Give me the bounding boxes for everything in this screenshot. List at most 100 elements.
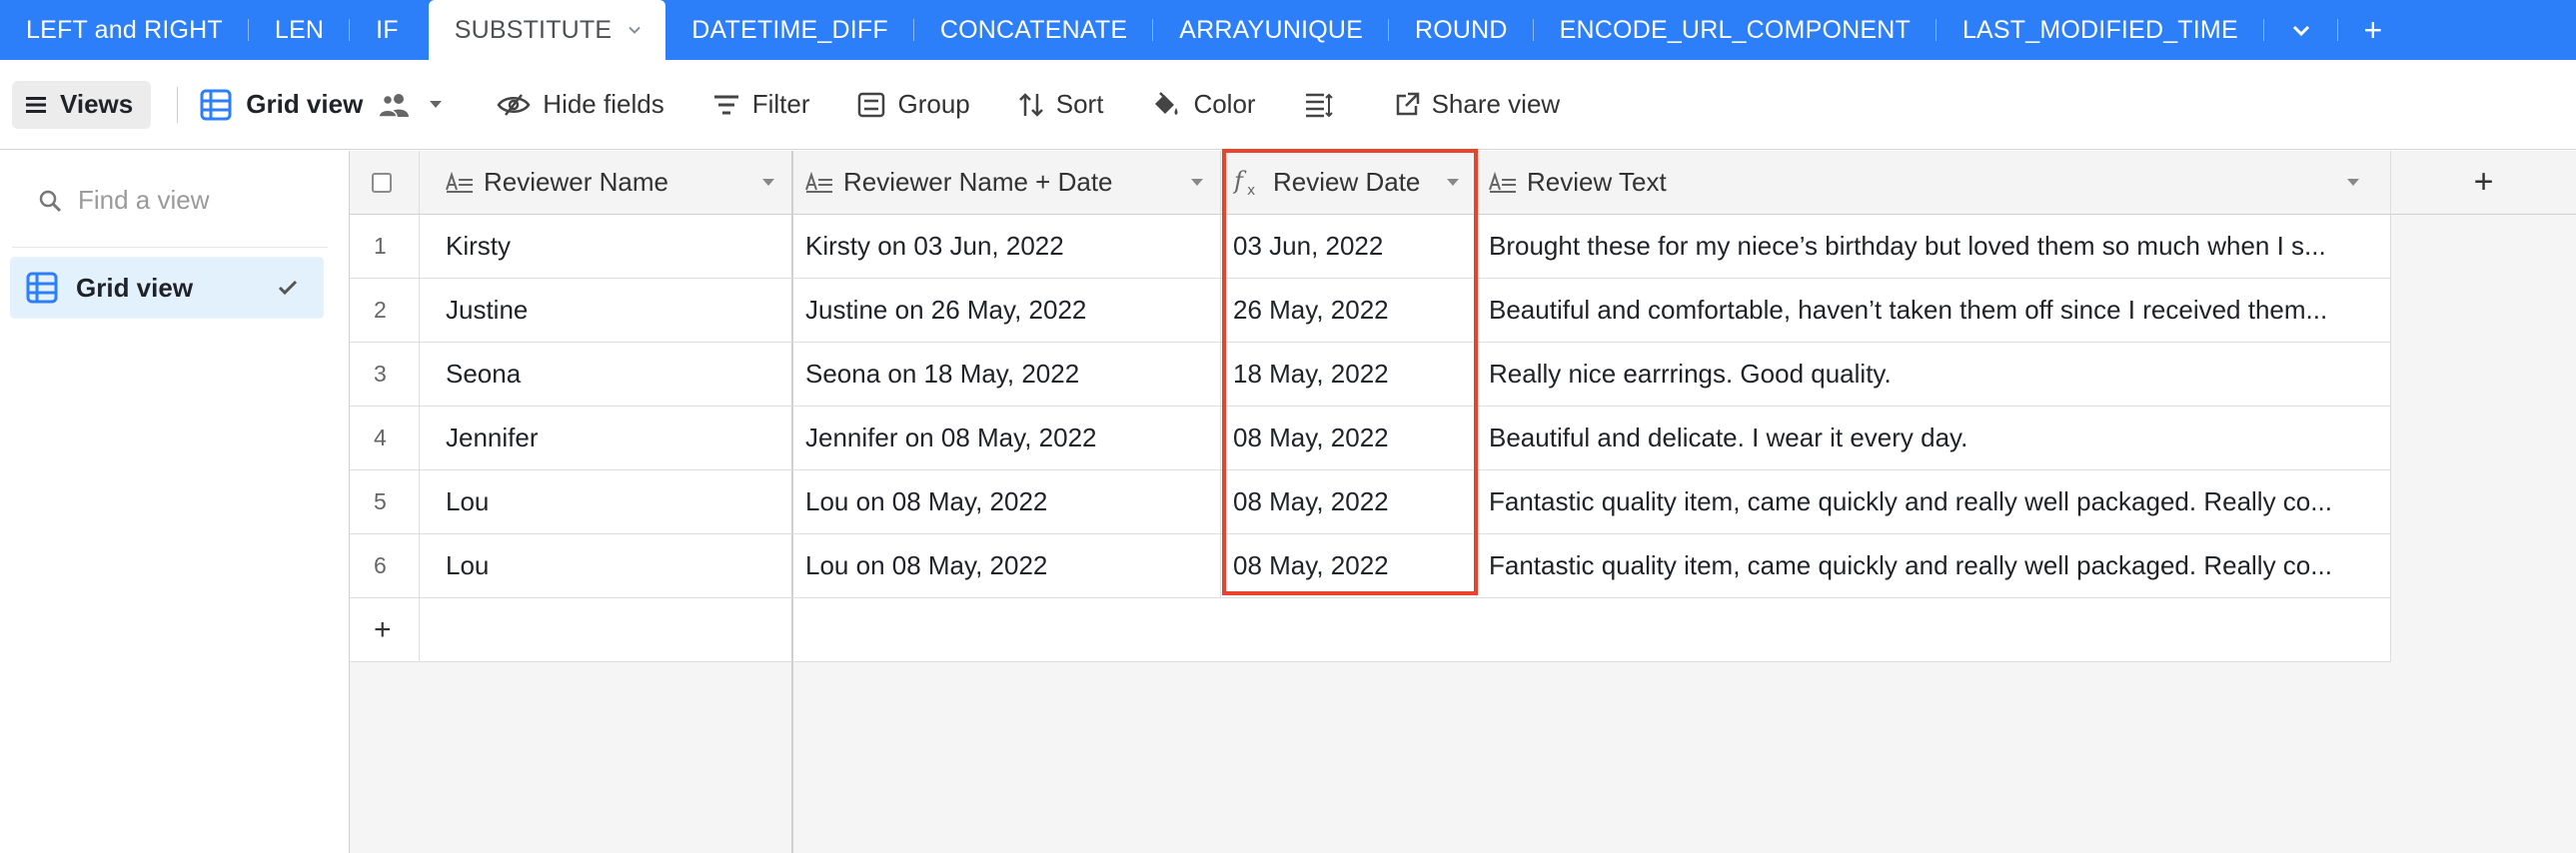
table-row[interactable]: 5 Lou Lou on 08 May, 2022 08 May, 2022 F… <box>350 470 2391 534</box>
table-row[interactable]: 4 Jennifer Jennifer on 08 May, 2022 08 M… <box>350 407 2391 470</box>
cell-reviewer-name-date[interactable]: Seona on 18 May, 2022 <box>793 343 1221 407</box>
cell-review-date[interactable]: 08 May, 2022 <box>1221 407 1477 470</box>
cell-reviewer-name[interactable]: Lou <box>420 470 793 534</box>
row-number: 1 <box>350 215 420 279</box>
sidebar-item-label: Grid view <box>76 272 194 303</box>
more-tabs-button[interactable] <box>2264 0 2338 60</box>
caret-down-icon[interactable] <box>1446 178 1460 188</box>
views-button[interactable]: Views <box>12 80 152 129</box>
chevron-down-icon <box>2292 25 2309 37</box>
tab-label: LEN <box>274 15 325 44</box>
tab-round[interactable]: ROUND <box>1389 0 1534 60</box>
column-header-reviewer-name[interactable]: Reviewer Name <box>420 151 793 215</box>
cell-reviewer-name[interactable]: Kirsty <box>420 215 793 279</box>
share-view-button[interactable]: Share view <box>1394 89 1561 120</box>
cell-review-date[interactable]: 03 Jun, 2022 <box>1221 215 1477 279</box>
row-height-button[interactable] <box>1304 92 1346 118</box>
cell-reviewer-name-date[interactable]: Kirsty on 03 Jun, 2022 <box>793 215 1221 279</box>
add-table-button[interactable]: + <box>2338 0 2408 60</box>
toolbar-divider <box>177 86 179 123</box>
tab-label: DATETIME_DIFF <box>691 15 888 44</box>
table-tab-bar: LEFT and RIGHT LEN IF SUBSTITUTE DATETIM… <box>0 0 2576 60</box>
cell-review-date[interactable]: 08 May, 2022 <box>1221 534 1477 598</box>
cell-text: Fantastic quality item, came quickly and… <box>1489 550 2332 580</box>
cell-review-text[interactable]: Beautiful and comfortable, haven’t taken… <box>1477 279 2391 343</box>
add-row-filler <box>793 598 2391 662</box>
column-header-review-date[interactable]: fx Review Date <box>1221 151 1477 215</box>
row-number: 5 <box>350 470 420 534</box>
cell-reviewer-name-date[interactable]: Lou on 08 May, 2022 <box>793 470 1221 534</box>
column-header-reviewer-name-date[interactable]: Reviewer Name + Date <box>793 151 1221 215</box>
tab-encode-url-component[interactable]: ENCODE_URL_COMPONENT <box>1534 0 1937 60</box>
cell-review-text[interactable]: Fantastic quality item, came quickly and… <box>1477 470 2391 534</box>
tab-arrayunique[interactable]: ARRAYUNIQUE <box>1153 0 1389 60</box>
table-row[interactable]: 1 Kirsty Kirsty on 03 Jun, 2022 03 Jun, … <box>350 215 2391 279</box>
caret-down-icon[interactable] <box>2346 178 2360 188</box>
add-record-button[interactable]: + <box>350 598 420 662</box>
long-text-icon <box>446 171 473 193</box>
grid-view-label: Grid view <box>246 89 364 119</box>
checkmark-icon <box>278 280 298 296</box>
cell-reviewer-name[interactable]: Lou <box>420 534 793 598</box>
cell-review-text[interactable]: Fantastic quality item, came quickly and… <box>1477 534 2391 598</box>
table-row[interactable]: 3 Seona Seona on 18 May, 2022 18 May, 20… <box>350 343 2391 407</box>
select-all-checkbox[interactable] <box>372 172 392 193</box>
grid-header-row: Reviewer Name Reviewer Name + Date fx Re… <box>350 151 2576 215</box>
frozen-column-divider <box>791 662 793 853</box>
cell-reviewer-name[interactable]: Jennifer <box>420 407 793 470</box>
group-label: Group <box>897 89 970 119</box>
cell-review-date[interactable]: 18 May, 2022 <box>1221 343 1477 407</box>
tab-datetime-diff[interactable]: DATETIME_DIFF <box>665 0 914 60</box>
tab-last-modified-time[interactable]: LAST_MODIFIED_TIME <box>1936 0 2264 60</box>
share-icon <box>1396 92 1419 115</box>
cell-review-text[interactable]: Really nice earrrings. Good quality. <box>1477 343 2391 407</box>
row-number: 2 <box>350 279 420 343</box>
sort-button[interactable]: Sort <box>1018 89 1103 120</box>
chevron-down-icon[interactable] <box>628 23 642 37</box>
long-text-icon <box>1489 171 1516 193</box>
find-view-input[interactable] <box>78 185 338 216</box>
svg-text:f: f <box>1233 168 1247 195</box>
add-record-row[interactable]: + <box>350 598 2391 662</box>
cell-review-date[interactable]: 08 May, 2022 <box>1221 470 1477 534</box>
tab-substitute[interactable]: SUBSTITUTE <box>428 0 666 60</box>
share-view-label: Share view <box>1431 89 1561 119</box>
tab-label: ENCODE_URL_COMPONENT <box>1559 15 1911 44</box>
add-field-button[interactable]: + <box>2391 151 2576 215</box>
tab-left-and-right[interactable]: LEFT and RIGHT <box>0 0 249 60</box>
cell-reviewer-name-date[interactable]: Jennifer on 08 May, 2022 <box>793 407 1221 470</box>
row-height-icon <box>1305 93 1333 117</box>
cell-review-text[interactable]: Beautiful and delicate. I wear it every … <box>1477 407 2391 470</box>
search-icon <box>39 190 62 212</box>
sort-icon <box>1018 92 1043 117</box>
hide-icon <box>497 93 531 116</box>
tab-label: SUBSTITUTE <box>454 15 613 44</box>
column-header-review-text[interactable]: Review Text <box>1477 151 2391 215</box>
cell-reviewer-name-date[interactable]: Lou on 08 May, 2022 <box>793 534 1221 598</box>
tab-concatenate[interactable]: CONCATENATE <box>914 0 1154 60</box>
tab-label: IF <box>376 15 399 44</box>
cell-review-date[interactable]: 26 May, 2022 <box>1221 279 1477 343</box>
grid-view-selector[interactable]: Grid view <box>200 89 443 121</box>
cell-reviewer-name-date[interactable]: Justine on 26 May, 2022 <box>793 279 1221 343</box>
hide-fields-button[interactable]: Hide fields <box>497 89 664 120</box>
formula-icon: fx <box>1233 168 1255 198</box>
tab-label: LAST_MODIFIED_TIME <box>1961 15 2238 44</box>
sidebar-item-grid-view[interactable]: Grid view <box>10 257 324 319</box>
select-all-cell <box>350 151 420 215</box>
caret-down-icon[interactable] <box>1190 178 1204 188</box>
caret-down-icon[interactable] <box>761 178 775 188</box>
cell-review-text[interactable]: Brought these for my niece’s birthday bu… <box>1477 215 2391 279</box>
grid-view-icon <box>26 272 58 304</box>
tab-len[interactable]: LEN <box>249 0 351 60</box>
cell-reviewer-name[interactable]: Justine <box>420 279 793 343</box>
color-button[interactable]: Color <box>1151 89 1256 120</box>
table-row[interactable]: 6 Lou Lou on 08 May, 2022 08 May, 2022 F… <box>350 534 2391 598</box>
tab-if[interactable]: IF <box>350 0 425 60</box>
cell-reviewer-name[interactable]: Seona <box>420 343 793 407</box>
filter-button[interactable]: Filter <box>712 89 809 120</box>
hamburger-menu-icon <box>26 96 46 113</box>
table-row[interactable]: 2 Justine Justine on 26 May, 2022 26 May… <box>350 279 2391 343</box>
cell-text: Brought these for my niece’s birthday bu… <box>1489 231 2326 261</box>
group-button[interactable]: Group <box>857 89 970 120</box>
